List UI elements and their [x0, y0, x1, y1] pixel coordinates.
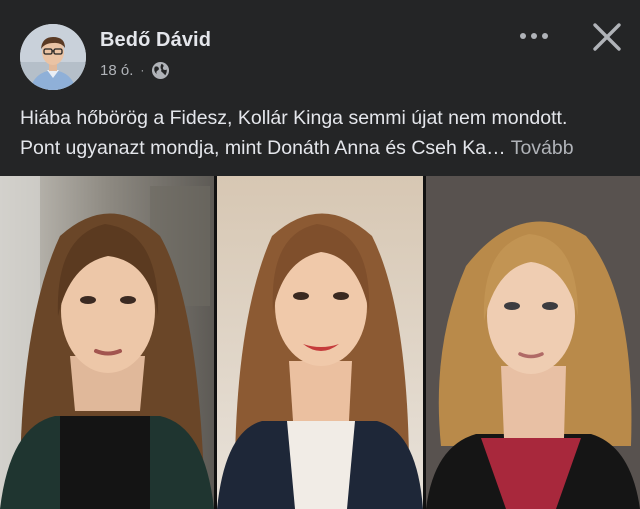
close-icon [593, 23, 621, 51]
portrait-woman-2 [217, 176, 423, 509]
post-text: Hiába hőbörög a Fidesz, Kollár Kinga sem… [20, 103, 626, 163]
more-options-button[interactable] [512, 24, 556, 48]
author-name[interactable]: Bedő Dávid [100, 29, 211, 52]
close-button[interactable] [588, 18, 626, 56]
portrait-panel-2 [217, 176, 423, 509]
post-image[interactable] [0, 176, 640, 509]
post-text-line-2: Pont ugyanazt mondja, mint Donáth Anna é… [20, 133, 626, 163]
portrait-woman-3 [426, 176, 640, 509]
more-dot [542, 33, 548, 39]
facebook-post: Bedő Dávid 18 ó. · Hiába hőbörög a Fides… [0, 0, 640, 509]
post-text-line-1: Hiába hőbörög a Fidesz, Kollár Kinga sem… [20, 107, 568, 129]
avatar-photo [20, 24, 86, 90]
post-meta: 18 ó. · [100, 60, 170, 80]
author-avatar[interactable] [20, 24, 86, 90]
more-dots-icon [520, 33, 526, 39]
portrait-panel-3 [426, 176, 640, 509]
more-dot [531, 33, 537, 39]
post-timestamp[interactable]: 18 ó. [100, 62, 133, 79]
post-text-line-2-content: Pont ugyanazt mondja, mint Donáth Anna é… [20, 137, 506, 159]
portrait-panel-1 [0, 176, 214, 509]
meta-separator: · [140, 63, 145, 77]
globe-icon [151, 61, 170, 80]
portrait-woman-1 [0, 176, 214, 509]
see-more-link[interactable]: Tovább [511, 137, 574, 159]
post-header: Bedő Dávid 18 ó. · [0, 0, 640, 96]
